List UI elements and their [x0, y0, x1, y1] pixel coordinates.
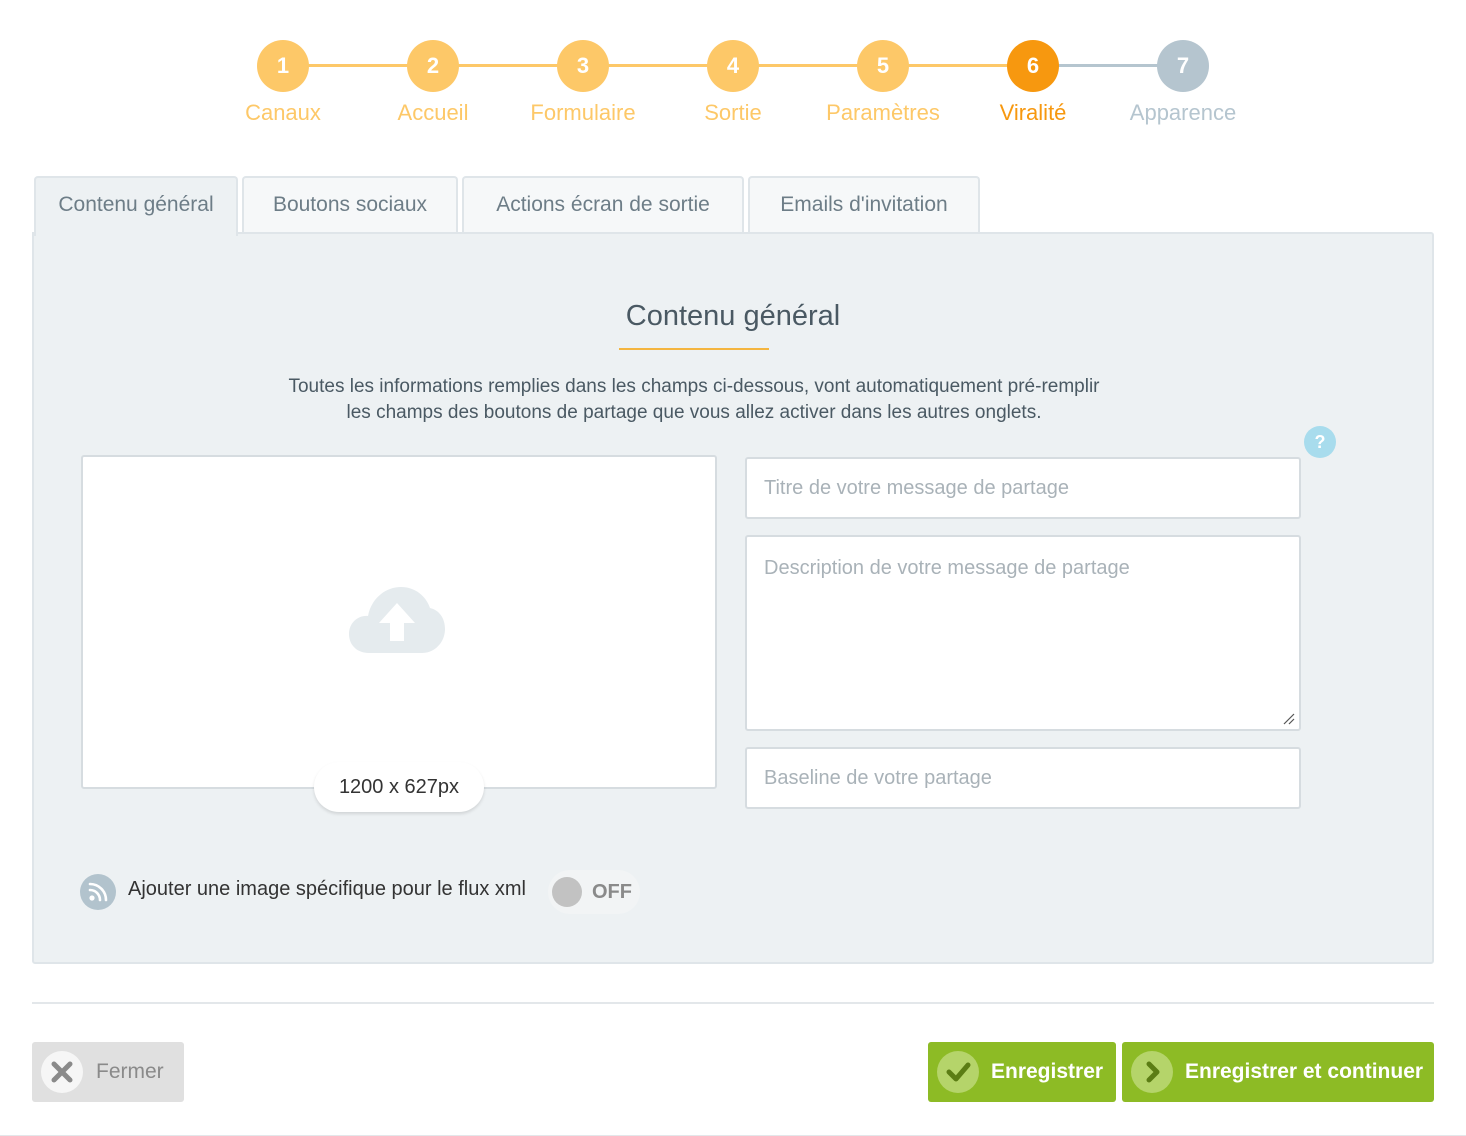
- step-accueil[interactable]: 2 Accueil: [358, 40, 508, 126]
- step-label: Paramètres: [826, 100, 940, 125]
- step-label: Viralité: [999, 100, 1067, 125]
- title-underline: [619, 348, 769, 350]
- image-size-badge: 1200 x 627px: [314, 762, 484, 812]
- step-number: 2: [407, 40, 459, 92]
- share-title-input[interactable]: Titre de votre message de partage: [745, 457, 1301, 519]
- chevron-right-icon: [1131, 1051, 1173, 1093]
- check-icon: [937, 1051, 979, 1093]
- description-placeholder: Description de votre message de partage: [764, 557, 1130, 579]
- close-icon: [41, 1051, 83, 1093]
- toggle-knob: [552, 877, 582, 907]
- footer-divider: [32, 1002, 1434, 1004]
- step-label: Formulaire: [530, 100, 636, 125]
- step-canaux[interactable]: 1 Canaux: [208, 40, 358, 126]
- resize-handle-icon[interactable]: [1283, 713, 1295, 725]
- step-number: 4: [707, 40, 759, 92]
- save-and-continue-label: Enregistrer et continuer: [1185, 1060, 1424, 1083]
- step-label: Accueil: [397, 100, 469, 125]
- save-button-label: Enregistrer: [991, 1060, 1104, 1083]
- panel-title: Contenu général: [625, 300, 841, 332]
- step-apparence[interactable]: 7 Apparence: [1108, 40, 1258, 126]
- step-sortie[interactable]: 4 Sortie: [658, 40, 808, 126]
- close-button-label: Fermer: [96, 1060, 164, 1083]
- step-label: Sortie: [704, 100, 762, 125]
- xml-image-toggle[interactable]: OFF: [548, 870, 640, 914]
- step-number: 5: [857, 40, 909, 92]
- save-button[interactable]: Enregistrer: [928, 1042, 1116, 1102]
- wizard-stepper: 1 Canaux 2 Accueil 3 Formulaire 4 Sortie…: [208, 40, 1258, 140]
- share-baseline-input[interactable]: Baseline de votre partage: [745, 747, 1301, 809]
- tab-boutons-sociaux[interactable]: Boutons sociaux: [242, 176, 458, 234]
- help-icon[interactable]: ?: [1304, 426, 1336, 458]
- cloud-upload-icon: [349, 587, 445, 653]
- panel-description: Toutes les informations remplies dans le…: [184, 374, 1204, 426]
- xml-feed-label: Ajouter une image spécifique pour le flu…: [128, 878, 526, 900]
- step-number: 7: [1157, 40, 1209, 92]
- tab-contenu-general[interactable]: Contenu général: [34, 176, 238, 236]
- step-label: Canaux: [245, 100, 321, 125]
- toggle-state: OFF: [592, 881, 632, 903]
- step-parametres[interactable]: 5 Paramètres: [808, 40, 958, 126]
- step-number: 1: [257, 40, 309, 92]
- save-and-continue-button[interactable]: Enregistrer et continuer: [1122, 1042, 1434, 1102]
- tab-actions-ecran-sortie[interactable]: Actions écran de sortie: [462, 176, 744, 234]
- share-description-textarea[interactable]: Description de votre message de partage: [745, 535, 1301, 731]
- step-label: Apparence: [1129, 100, 1237, 125]
- step-viralite[interactable]: 6 Viralité: [958, 40, 1108, 126]
- tab-emails-invitation[interactable]: Emails d'invitation: [748, 176, 980, 234]
- description-line: les champs des boutons de partage que vo…: [346, 402, 1042, 423]
- image-upload-dropzone[interactable]: [81, 455, 717, 789]
- tab-panel: Contenu général Toutes les informations …: [32, 232, 1434, 964]
- rss-icon: [80, 874, 116, 910]
- description-line: Toutes les informations remplies dans le…: [288, 376, 1100, 397]
- step-number: 6: [1007, 40, 1059, 92]
- page: 1 Canaux 2 Accueil 3 Formulaire 4 Sortie…: [0, 0, 1466, 1136]
- close-button[interactable]: Fermer: [32, 1042, 184, 1102]
- step-number: 3: [557, 40, 609, 92]
- step-formulaire[interactable]: 3 Formulaire: [508, 40, 658, 126]
